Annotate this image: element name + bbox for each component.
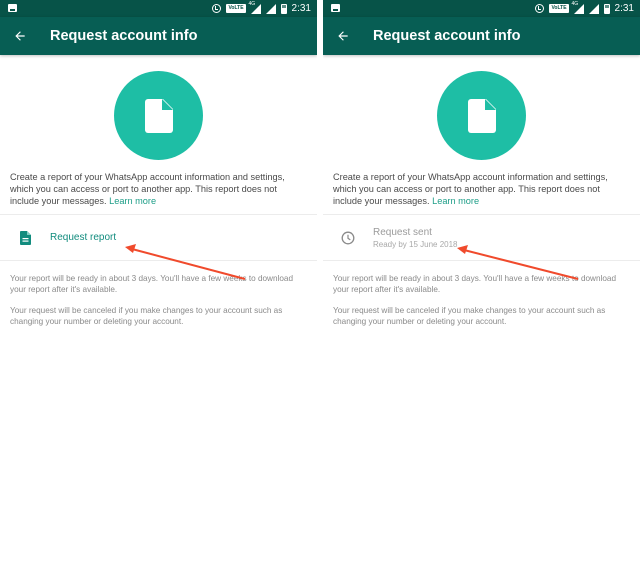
hero-circle [437, 71, 526, 160]
signal-icon [265, 3, 276, 14]
status-bar: VoLTE 4G 2:31 [323, 0, 640, 17]
app-toolbar: Request account info [323, 17, 640, 55]
request-report-label: Request report [50, 232, 117, 243]
document-icon [144, 98, 173, 133]
alarm-icon [535, 4, 545, 13]
info-paragraph-ready: Your report will be ready in about 3 day… [333, 274, 616, 294]
hero [323, 55, 640, 163]
image-notification-icon [331, 4, 340, 12]
description: Create a report of your WhatsApp account… [0, 163, 317, 214]
screen-before: VoLTE 4G 2:31 Request account info Creat… [0, 0, 317, 564]
document-icon [467, 98, 496, 133]
request-sent-item: Request sent Ready by 15 June 2018 [323, 215, 640, 260]
info-paragraph-cancel: Your request will be canceled if you mak… [10, 306, 283, 326]
screen-after: VoLTE 4G 2:31 Request account info Creat… [323, 0, 640, 564]
back-button[interactable] [11, 27, 29, 45]
hero-circle [114, 71, 203, 160]
info-paragraph-ready: Your report will be ready in about 3 day… [10, 274, 293, 294]
document-icon [18, 230, 32, 245]
page-title: Request account info [50, 28, 198, 44]
info-text: Your report will be ready in about 3 day… [323, 261, 640, 327]
battery-icon [603, 3, 610, 14]
volte-badge: VoLTE [549, 4, 569, 13]
learn-more-link[interactable]: Learn more [109, 196, 156, 206]
arrow-left-icon [15, 31, 25, 41]
info-paragraph-cancel: Your request will be canceled if you mak… [333, 306, 606, 326]
arrow-left-icon [338, 31, 348, 41]
learn-more-link[interactable]: Learn more [432, 196, 479, 206]
ready-by-date: Ready by 15 June 2018 [373, 239, 458, 249]
volte-badge: VoLTE [226, 4, 246, 13]
status-bar: VoLTE 4G 2:31 [0, 0, 317, 17]
back-button[interactable] [334, 27, 352, 45]
app-toolbar: Request account info [0, 17, 317, 55]
signal-4g-icon: 4G [249, 1, 261, 14]
request-sent-label: Request sent [373, 226, 432, 238]
description: Create a report of your WhatsApp account… [323, 163, 640, 214]
hero [0, 55, 317, 163]
page-title: Request account info [373, 28, 521, 44]
image-notification-icon [8, 4, 17, 12]
info-text: Your report will be ready in about 3 day… [0, 261, 317, 327]
clock-time: 2:31 [614, 3, 634, 14]
alarm-icon [212, 4, 222, 13]
clock-time: 2:31 [291, 3, 311, 14]
signal-4g-icon: 4G [572, 1, 584, 14]
signal-icon [588, 3, 599, 14]
clock-icon [341, 231, 355, 245]
battery-icon [280, 3, 287, 14]
request-report-button[interactable]: Request report [0, 215, 317, 260]
